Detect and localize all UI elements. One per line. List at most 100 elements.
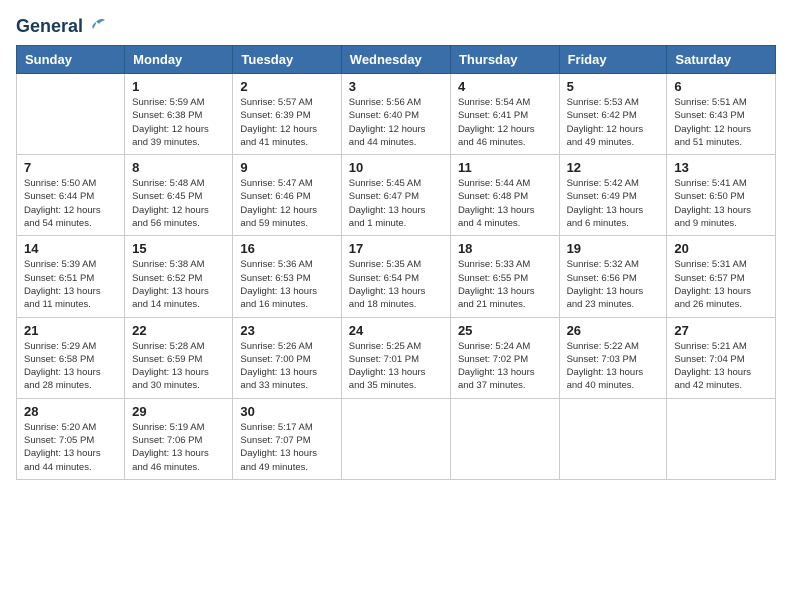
- calendar-header-tuesday: Tuesday: [233, 46, 341, 74]
- calendar-cell: 22 Sunrise: 5:28 AM Sunset: 6:59 PM Dayli…: [125, 317, 233, 398]
- day-info: Sunrise: 5:48 AM Sunset: 6:45 PM Dayligh…: [132, 177, 225, 230]
- calendar-cell: 28 Sunrise: 5:20 AM Sunset: 7:05 PM Dayli…: [17, 398, 125, 479]
- day-info: Sunrise: 5:26 AM Sunset: 7:00 PM Dayligh…: [240, 340, 333, 393]
- day-number: 19: [567, 241, 660, 256]
- day-info: Sunrise: 5:22 AM Sunset: 7:03 PM Dayligh…: [567, 340, 660, 393]
- logo-general: General: [16, 16, 83, 37]
- day-info: Sunrise: 5:47 AM Sunset: 6:46 PM Dayligh…: [240, 177, 333, 230]
- day-number: 6: [674, 79, 768, 94]
- calendar-cell: 24 Sunrise: 5:25 AM Sunset: 7:01 PM Dayli…: [341, 317, 450, 398]
- day-number: 9: [240, 160, 333, 175]
- calendar-cell: 16 Sunrise: 5:36 AM Sunset: 6:53 PM Dayli…: [233, 236, 341, 317]
- day-info: Sunrise: 5:38 AM Sunset: 6:52 PM Dayligh…: [132, 258, 225, 311]
- calendar-cell: 23Sunrise: 5:26 AM Sunset: 7:00 PM Dayli…: [233, 317, 341, 398]
- day-info: Sunrise: 5:36 AM Sunset: 6:53 PM Dayligh…: [240, 258, 333, 311]
- day-info: Sunrise: 5:42 AM Sunset: 6:49 PM Dayligh…: [567, 177, 660, 230]
- calendar-header-saturday: Saturday: [667, 46, 776, 74]
- day-number: 25: [458, 323, 552, 338]
- day-number: 11: [458, 160, 552, 175]
- calendar-cell: 9 Sunrise: 5:47 AM Sunset: 6:46 PM Daylig…: [233, 155, 341, 236]
- day-number: 29: [132, 404, 225, 419]
- calendar-week-row: 28 Sunrise: 5:20 AM Sunset: 7:05 PM Dayli…: [17, 398, 776, 479]
- calendar-cell: 17 Sunrise: 5:35 AM Sunset: 6:54 PM Dayli…: [341, 236, 450, 317]
- calendar-cell: 20 Sunrise: 5:31 AM Sunset: 6:57 PM Dayli…: [667, 236, 776, 317]
- page-header: General: [16, 16, 776, 37]
- day-info: Sunrise: 5:50 AM Sunset: 6:44 PM Dayligh…: [24, 177, 117, 230]
- calendar-header-wednesday: Wednesday: [341, 46, 450, 74]
- day-info: Sunrise: 5:17 AM Sunset: 7:07 PM Dayligh…: [240, 421, 333, 474]
- calendar-cell: 12 Sunrise: 5:42 AM Sunset: 6:49 PM Dayli…: [559, 155, 667, 236]
- day-info: Sunrise: 5:29 AM Sunset: 6:58 PM Dayligh…: [24, 340, 117, 393]
- calendar-cell: [17, 74, 125, 155]
- day-number: 10: [349, 160, 443, 175]
- day-number: 13: [674, 160, 768, 175]
- calendar-header-row: SundayMondayTuesdayWednesdayThursdayFrid…: [17, 46, 776, 74]
- calendar-cell: 21 Sunrise: 5:29 AM Sunset: 6:58 PM Dayli…: [17, 317, 125, 398]
- calendar-week-row: 21 Sunrise: 5:29 AM Sunset: 6:58 PM Dayli…: [17, 317, 776, 398]
- logo: General: [16, 16, 107, 37]
- calendar-cell: 14 Sunrise: 5:39 AM Sunset: 6:51 PM Dayli…: [17, 236, 125, 317]
- calendar-cell: 30 Sunrise: 5:17 AM Sunset: 7:07 PM Dayli…: [233, 398, 341, 479]
- day-number: 30: [240, 404, 333, 419]
- calendar-cell: 6 Sunrise: 5:51 AM Sunset: 6:43 PM Daylig…: [667, 74, 776, 155]
- day-info: Sunrise: 5:41 AM Sunset: 6:50 PM Dayligh…: [674, 177, 768, 230]
- calendar-week-row: 1 Sunrise: 5:59 AM Sunset: 6:38 PM Daylig…: [17, 74, 776, 155]
- day-number: 18: [458, 241, 552, 256]
- calendar-header-friday: Friday: [559, 46, 667, 74]
- day-info: Sunrise: 5:35 AM Sunset: 6:54 PM Dayligh…: [349, 258, 443, 311]
- day-number: 28: [24, 404, 117, 419]
- day-number: 1: [132, 79, 225, 94]
- day-info: Sunrise: 5:25 AM Sunset: 7:01 PM Dayligh…: [349, 340, 443, 393]
- calendar-cell: 4 Sunrise: 5:54 AM Sunset: 6:41 PM Daylig…: [450, 74, 559, 155]
- calendar-week-row: 7Sunrise: 5:50 AM Sunset: 6:44 PM Daylig…: [17, 155, 776, 236]
- day-number: 5: [567, 79, 660, 94]
- day-info: Sunrise: 5:28 AM Sunset: 6:59 PM Dayligh…: [132, 340, 225, 393]
- day-number: 21: [24, 323, 117, 338]
- calendar-cell: 19 Sunrise: 5:32 AM Sunset: 6:56 PM Dayli…: [559, 236, 667, 317]
- day-info: Sunrise: 5:51 AM Sunset: 6:43 PM Dayligh…: [674, 96, 768, 149]
- day-info: Sunrise: 5:57 AM Sunset: 6:39 PM Dayligh…: [240, 96, 333, 149]
- day-number: 26: [567, 323, 660, 338]
- calendar-cell: [341, 398, 450, 479]
- calendar-cell: 7Sunrise: 5:50 AM Sunset: 6:44 PM Daylig…: [17, 155, 125, 236]
- calendar-cell: 3 Sunrise: 5:56 AM Sunset: 6:40 PM Daylig…: [341, 74, 450, 155]
- day-number: 15: [132, 241, 225, 256]
- calendar-week-row: 14 Sunrise: 5:39 AM Sunset: 6:51 PM Dayli…: [17, 236, 776, 317]
- day-number: 20: [674, 241, 768, 256]
- day-number: 12: [567, 160, 660, 175]
- day-number: 14: [24, 241, 117, 256]
- calendar-table: SundayMondayTuesdayWednesdayThursdayFrid…: [16, 45, 776, 480]
- calendar-cell: 27Sunrise: 5:21 AM Sunset: 7:04 PM Dayli…: [667, 317, 776, 398]
- day-info: Sunrise: 5:32 AM Sunset: 6:56 PM Dayligh…: [567, 258, 660, 311]
- calendar-cell: 8 Sunrise: 5:48 AM Sunset: 6:45 PM Daylig…: [125, 155, 233, 236]
- calendar-cell: 26 Sunrise: 5:22 AM Sunset: 7:03 PM Dayli…: [559, 317, 667, 398]
- day-number: 3: [349, 79, 443, 94]
- day-number: 16: [240, 241, 333, 256]
- day-info: Sunrise: 5:54 AM Sunset: 6:41 PM Dayligh…: [458, 96, 552, 149]
- day-number: 8: [132, 160, 225, 175]
- day-number: 17: [349, 241, 443, 256]
- day-info: Sunrise: 5:20 AM Sunset: 7:05 PM Dayligh…: [24, 421, 117, 474]
- calendar-cell: 2Sunrise: 5:57 AM Sunset: 6:39 PM Daylig…: [233, 74, 341, 155]
- logo-bird-icon: [85, 18, 107, 36]
- day-info: Sunrise: 5:19 AM Sunset: 7:06 PM Dayligh…: [132, 421, 225, 474]
- calendar-cell: 13 Sunrise: 5:41 AM Sunset: 6:50 PM Dayli…: [667, 155, 776, 236]
- day-info: Sunrise: 5:31 AM Sunset: 6:57 PM Dayligh…: [674, 258, 768, 311]
- calendar-cell: [559, 398, 667, 479]
- day-info: Sunrise: 5:39 AM Sunset: 6:51 PM Dayligh…: [24, 258, 117, 311]
- calendar-cell: [667, 398, 776, 479]
- calendar-cell: 15 Sunrise: 5:38 AM Sunset: 6:52 PM Dayli…: [125, 236, 233, 317]
- day-info: Sunrise: 5:33 AM Sunset: 6:55 PM Dayligh…: [458, 258, 552, 311]
- calendar-cell: 18 Sunrise: 5:33 AM Sunset: 6:55 PM Dayli…: [450, 236, 559, 317]
- day-info: Sunrise: 5:59 AM Sunset: 6:38 PM Dayligh…: [132, 96, 225, 149]
- day-info: Sunrise: 5:44 AM Sunset: 6:48 PM Dayligh…: [458, 177, 552, 230]
- day-info: Sunrise: 5:56 AM Sunset: 6:40 PM Dayligh…: [349, 96, 443, 149]
- day-number: 22: [132, 323, 225, 338]
- calendar-cell: 5 Sunrise: 5:53 AM Sunset: 6:42 PM Daylig…: [559, 74, 667, 155]
- day-number: 4: [458, 79, 552, 94]
- calendar-cell: 11 Sunrise: 5:44 AM Sunset: 6:48 PM Dayli…: [450, 155, 559, 236]
- day-info: Sunrise: 5:53 AM Sunset: 6:42 PM Dayligh…: [567, 96, 660, 149]
- calendar-header-monday: Monday: [125, 46, 233, 74]
- calendar-cell: [450, 398, 559, 479]
- day-number: 24: [349, 323, 443, 338]
